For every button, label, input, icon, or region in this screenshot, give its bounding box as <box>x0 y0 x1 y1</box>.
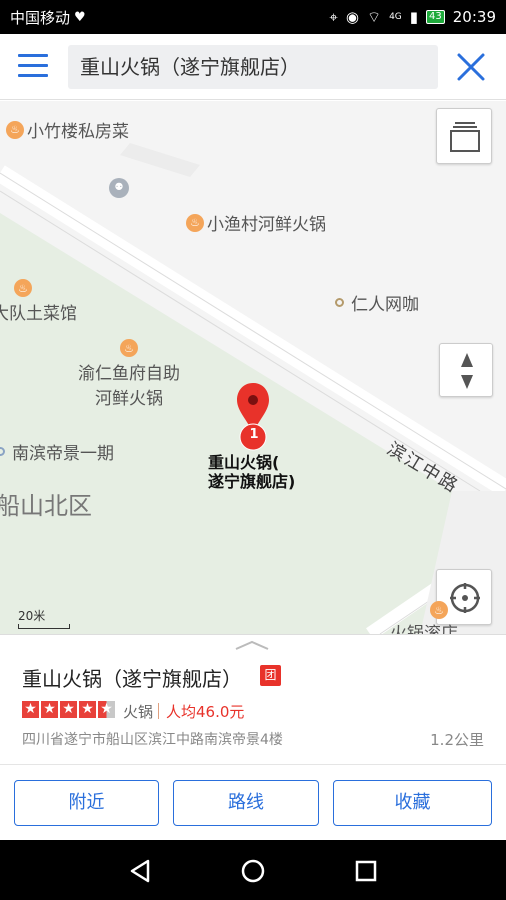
search-input[interactable]: 重山火锅（遂宁旗舰店） <box>68 45 438 89</box>
status-bar: 中国移动 ♥ ⌖ ◉ ⌔ 4G ▮ 43 20:39 <box>0 0 506 34</box>
place-dot-icon <box>0 447 5 456</box>
place-category: 火锅 <box>123 703 154 721</box>
place-address: 四川省遂宁市船山区滨江中路南滨帝景4楼 <box>22 732 283 748</box>
rating-stars: ★ ★ ★ ★ ★ <box>22 701 115 718</box>
marker-label-line2: 遂宁旗舰店) <box>208 472 296 491</box>
battery-level: 43 <box>429 11 442 22</box>
poi-yuren[interactable]: ♨ 渝仁鱼府自助 河鲜火锅 <box>78 339 180 409</box>
map-marker-pin[interactable] <box>236 381 270 453</box>
scale-label: 20米 <box>18 609 46 623</box>
back-icon[interactable] <box>126 857 154 885</box>
layers-icon <box>450 122 480 152</box>
search-header: 重山火锅（遂宁旗舰店） <box>0 34 506 100</box>
layers-button[interactable] <box>436 108 492 164</box>
restaurant-icon: ♨ <box>186 213 204 232</box>
eye-icon: ◉ <box>345 8 359 26</box>
poi-xiaoyucun[interactable]: ♨ 小渔村河鲜火锅 <box>186 210 326 235</box>
poi-renren[interactable]: 仁人网咖 <box>335 290 419 315</box>
network-label: 4G <box>389 12 402 22</box>
signal-icon: ▮ <box>409 8 419 26</box>
map-view[interactable]: ♨ 小竹楼私房菜 ⚉ ♨ 小渔村河鲜火锅 仁人网咖 ♨ 大队土菜馆 ♨ 渝仁鱼府… <box>0 101 506 634</box>
star-icon: ★ <box>41 701 58 718</box>
route-button[interactable]: 路线 <box>173 780 319 826</box>
poi-label: 南滨帝景一期 <box>12 444 114 464</box>
poi-datuicai[interactable]: ♨ 大队土菜馆 <box>0 279 77 324</box>
nearby-button[interactable]: 附近 <box>14 780 159 826</box>
poi-label: 小渔村河鲜火锅 <box>207 215 326 235</box>
place-price: 人均46.0元 <box>166 703 245 721</box>
place-card[interactable]: 重山火锅（遂宁旗舰店） 团 ★ ★ ★ ★ ★ 火锅 人均46.0元 四川省遂宁… <box>0 634 506 764</box>
place-distance: 1.2公里 <box>430 731 484 749</box>
poi-label: 小竹楼私房菜 <box>27 122 129 142</box>
wifi-icon: ⌔ <box>366 7 382 26</box>
restroom-icon[interactable]: ⚉ <box>109 178 129 198</box>
action-bar: 附近 路线 收藏 <box>0 764 506 840</box>
place-title: 重山火锅（遂宁旗舰店） <box>22 667 242 691</box>
compass-button[interactable] <box>439 343 493 397</box>
home-icon[interactable] <box>239 857 267 885</box>
marker-index: 1 <box>249 427 259 442</box>
battery-icon: 43 <box>426 10 445 24</box>
restaurant-icon: ♨ <box>430 601 448 619</box>
poi-label: 仁人网咖 <box>351 295 419 315</box>
restaurant-icon: ♨ <box>120 339 138 357</box>
menu-icon[interactable] <box>18 54 48 80</box>
poi-bottom[interactable]: ♨ 火锅滚店 <box>390 601 458 634</box>
group-buy-badge: 团 <box>260 665 281 686</box>
poi-xiaozhulou[interactable]: ♨ 小竹楼私房菜 <box>6 117 129 142</box>
star-icon: ★ <box>22 701 39 718</box>
district-label: 船山北区 <box>0 492 92 520</box>
scale-bar <box>18 624 70 629</box>
poi-label: 大队土菜馆 <box>0 304 77 324</box>
star-half-icon: ★ <box>98 701 115 718</box>
poi-nanbin[interactable]: 南滨帝景一期 <box>0 439 114 464</box>
close-icon[interactable] <box>456 52 486 82</box>
restaurant-icon: ♨ <box>6 120 24 139</box>
star-icon: ★ <box>79 701 96 718</box>
marker-label: 重山火锅( 遂宁旗舰店) <box>208 453 295 491</box>
place-dot-icon <box>335 298 344 307</box>
poi-label: 渝仁鱼府自助 <box>78 364 180 384</box>
heart-icon: ♥ <box>74 9 86 25</box>
restaurant-icon: ♨ <box>14 279 32 297</box>
divider <box>158 703 159 719</box>
poi-label: 火锅滚店 <box>390 624 458 634</box>
clock: 20:39 <box>452 8 496 26</box>
marker-label-line1: 重山火锅( <box>208 453 280 472</box>
map-canvas <box>0 143 506 634</box>
chevron-up-icon[interactable] <box>234 639 270 651</box>
poi-label-2: 河鲜火锅 <box>95 389 163 409</box>
favorite-button[interactable]: 收藏 <box>333 780 492 826</box>
recents-icon[interactable] <box>352 857 380 885</box>
carrier-label: 中国移动 <box>10 8 71 27</box>
location-icon: ⌖ <box>329 8 338 26</box>
star-icon: ★ <box>60 701 77 718</box>
system-nav-bar <box>0 840 506 900</box>
compass-icon <box>461 353 473 389</box>
